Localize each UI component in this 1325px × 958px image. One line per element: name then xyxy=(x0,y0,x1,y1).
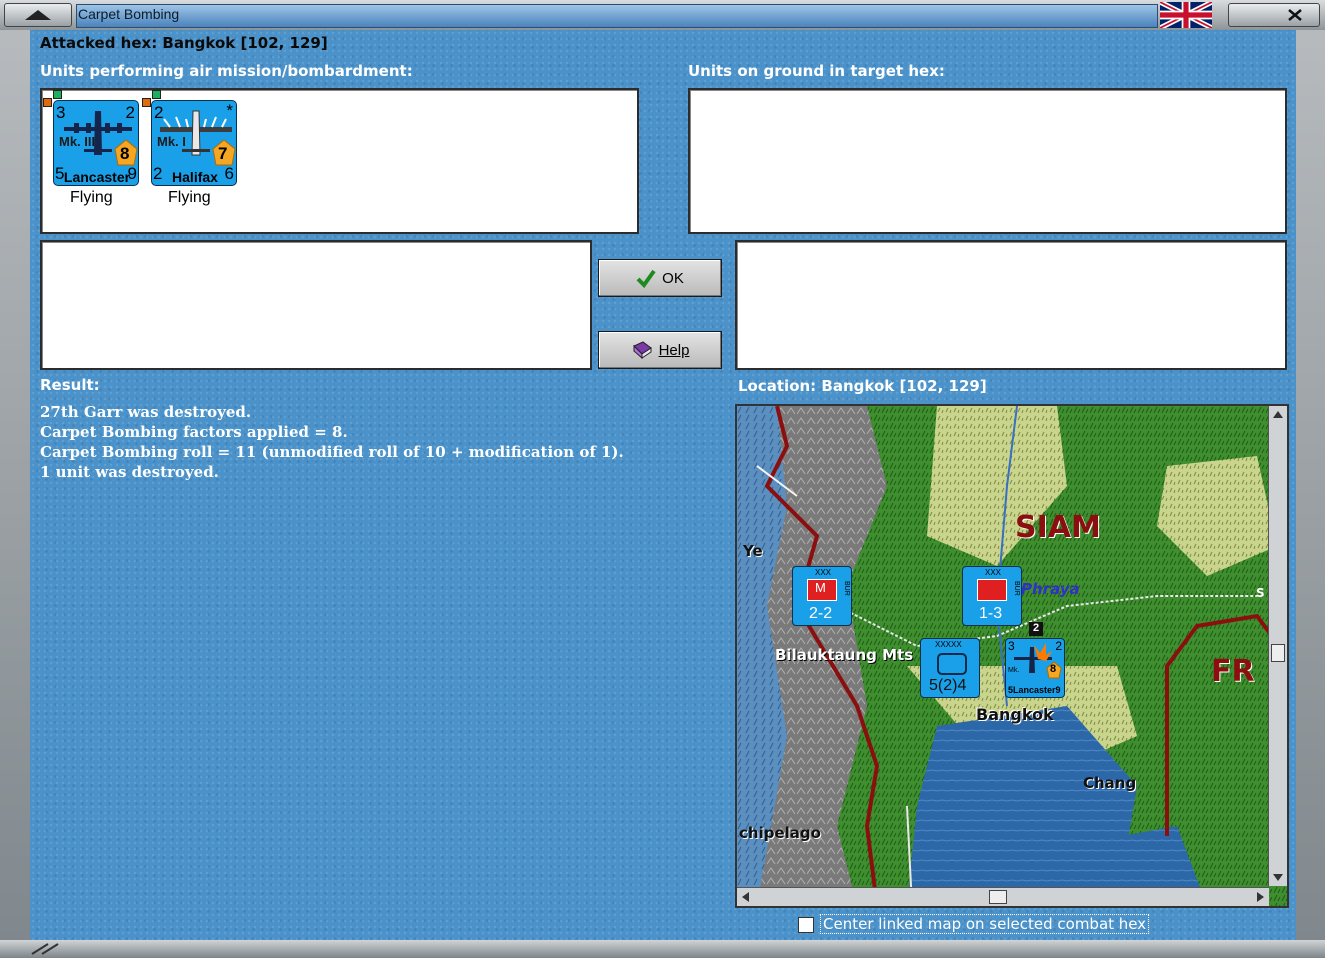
linked-map[interactable]: SIAM FR Bangkok Bilauktaung Mts Chang ch… xyxy=(735,404,1289,908)
checkmark-icon xyxy=(636,269,656,288)
result-line: 1 unit was destroyed. xyxy=(40,463,219,481)
map-unit-defense: 2 xyxy=(1055,639,1062,653)
unit-flag-marker xyxy=(142,90,161,107)
ground-units-label: Units on ground in target hex: xyxy=(688,62,945,80)
map-unit-size: XXX xyxy=(985,568,1002,577)
window-title: Carpet Bombing xyxy=(78,6,180,22)
scroll-thumb-horizontal[interactable] xyxy=(989,890,1007,904)
scroll-thumb-vertical[interactable] xyxy=(1271,644,1285,662)
title-bar: Carpet Bombing xyxy=(0,0,1325,30)
close-button[interactable] xyxy=(1228,3,1320,27)
result-line: Carpet Bombing factors applied = 8. xyxy=(40,423,348,441)
system-menu-icon xyxy=(25,10,51,20)
uk-flag-icon xyxy=(1160,2,1212,28)
map-label-s: S xyxy=(1256,586,1265,600)
bottom-frame xyxy=(0,940,1325,958)
unit-status: Flying xyxy=(168,189,211,206)
map-label-fr: FR xyxy=(1211,654,1255,689)
map-unit-value: 1-3 xyxy=(979,605,1003,622)
map-unit-counter-bomber[interactable]: 3 2 Mk. 8 5Lancaster9 xyxy=(1005,638,1065,698)
ground-units-panel xyxy=(688,88,1287,234)
map-vertical-scrollbar[interactable] xyxy=(1268,406,1287,886)
resize-grip-icon xyxy=(31,943,59,955)
unit-movement: 9 xyxy=(127,164,137,183)
unit-mark: Mk. I xyxy=(157,134,186,149)
scroll-left-arrow-icon[interactable] xyxy=(737,888,755,906)
air-units-detail-panel xyxy=(40,240,592,370)
air-unit-counter[interactable]: 2 * Mk. I 7 2 Halifax 6 xyxy=(151,100,237,186)
help-button-label: Help xyxy=(658,341,690,359)
map-unit-range: 8 xyxy=(1050,663,1057,675)
armor-symbol-icon xyxy=(937,653,967,675)
map-unit-counter[interactable]: XXX BUR 1-3 xyxy=(962,566,1022,626)
map-unit-size: XXXXX xyxy=(935,640,962,649)
location-label: Location: Bangkok [102, 129] xyxy=(738,377,987,395)
air-unit-counter[interactable]: 3 2 Mk. III 8 5 Lancaster 9 xyxy=(53,100,139,186)
close-icon xyxy=(1288,9,1302,21)
center-map-checkbox[interactable] xyxy=(798,917,814,933)
ok-button[interactable]: OK xyxy=(598,259,722,297)
attacked-hex-label: Attacked hex: Bangkok [102, 129] xyxy=(40,34,328,52)
map-unit-counter[interactable]: XXX M BUR 2-2 xyxy=(792,566,852,626)
unit-movement: 6 xyxy=(224,164,234,183)
map-unit-mark: Mk. xyxy=(1008,667,1020,674)
map-unit-value: 2-2 xyxy=(809,605,833,622)
scroll-down-arrow-icon[interactable] xyxy=(1269,868,1287,886)
ground-units-detail-panel xyxy=(735,240,1287,370)
map-unit-side: BUR xyxy=(843,581,850,596)
map-label-ye: Ye xyxy=(743,542,763,560)
unit-flag-marker xyxy=(43,90,62,107)
map-horizontal-scrollbar[interactable] xyxy=(737,887,1269,906)
map-unit-counter[interactable]: XXXXX 5(2)4 xyxy=(920,638,980,698)
map-label-archipelago: chipelago xyxy=(739,824,821,842)
map-unit-name: 5Lancaster9 xyxy=(1008,685,1061,695)
ok-button-label: OK xyxy=(662,269,684,287)
scroll-up-arrow-icon[interactable] xyxy=(1269,406,1287,424)
window-frame: Carpet Bombing Attacked hex: Bangkok [10… xyxy=(0,0,1325,958)
unit-range: 7 xyxy=(218,144,228,163)
unit-status: Flying xyxy=(70,189,113,206)
map-unit-size: XXX xyxy=(815,568,832,577)
stack-count-badge: 2 xyxy=(1029,622,1043,636)
system-menu-button[interactable] xyxy=(4,3,72,27)
map-label-chang: Chang xyxy=(1083,774,1137,792)
center-map-checkbox-label[interactable]: Center linked map on selected combat hex xyxy=(820,914,1150,934)
map-label-bangkok: Bangkok xyxy=(976,705,1054,724)
air-units-label: Units performing air mission/bombardment… xyxy=(40,62,413,80)
help-button[interactable]: Help xyxy=(598,331,722,369)
unit-mark: Mk. III xyxy=(59,134,96,149)
result-line: Carpet Bombing roll = 11 (unmodified rol… xyxy=(40,443,624,461)
map-label-phraya: Phraya xyxy=(1021,580,1080,598)
title-strip xyxy=(76,4,1158,28)
scroll-right-arrow-icon[interactable] xyxy=(1251,888,1269,906)
unit-range: 8 xyxy=(120,144,130,163)
infantry-symbol-icon xyxy=(977,579,1007,601)
map-unit-label: M xyxy=(815,580,826,595)
result-line: 27th Garr was destroyed. xyxy=(40,403,252,421)
map-label-bilauktaung: Bilauktaung Mts xyxy=(775,646,914,664)
map-unit-side: BUR xyxy=(1013,581,1020,596)
map-label-siam: SIAM xyxy=(1015,510,1101,545)
help-book-icon xyxy=(632,341,652,360)
map-unit-value: 5(2)4 xyxy=(929,677,967,694)
result-label: Result: xyxy=(40,376,100,394)
